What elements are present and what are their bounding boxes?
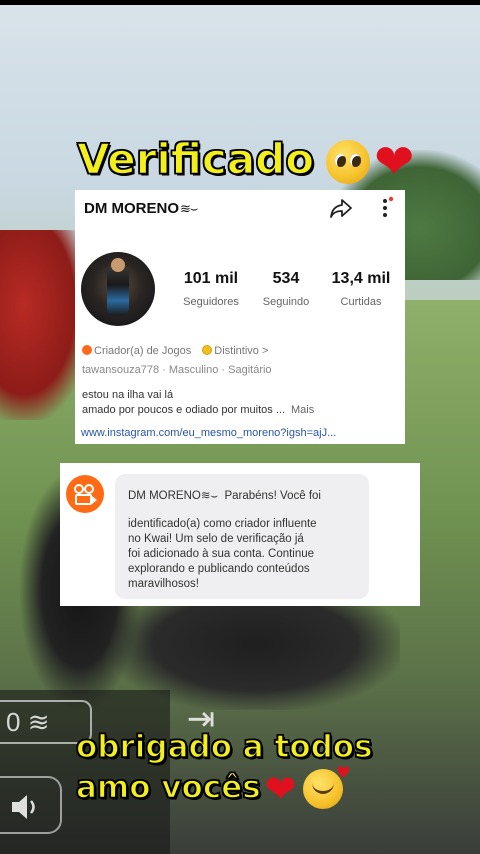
message-line-6: maravilhosos! (128, 578, 199, 590)
stat-followers-value: 101 mil (183, 270, 239, 287)
message-line-5: explorando e publicando conteúdos (128, 563, 310, 575)
stat-likes-value: 13,4 mil (331, 270, 391, 287)
profile-name-text: DM MORENO (84, 200, 179, 217)
avatar-head (111, 258, 125, 272)
profile-bio-line2: amado por poucos e odiado por muitos ...… (82, 404, 314, 416)
bio-more-link[interactable]: Mais (291, 404, 314, 416)
message-sender: DM MORENO (128, 490, 201, 502)
stat-followers-label: Seguidores (183, 296, 239, 308)
stat-likes[interactable]: 13,4 mil Curtidas (329, 270, 393, 308)
avatar[interactable] (81, 252, 155, 326)
more-vertical-icon[interactable] (375, 196, 395, 220)
tag-creator[interactable]: Criador(a) de Jogos (94, 345, 191, 357)
stat-following[interactable]: 534 Seguindo (259, 270, 313, 308)
share-icon[interactable] (328, 195, 354, 221)
profile-name-mark: ≋⌣ (180, 201, 198, 216)
kwai-logo-lens (92, 496, 97, 504)
top-bar (0, 0, 480, 5)
profile-link[interactable]: www.instagram.com/eu_mesmo_moreno?igsh=a… (81, 427, 336, 439)
profile-sub-info: tawansouza778 · Masculino · Sagitário (82, 364, 272, 376)
heart-icon: ❤ (264, 767, 297, 811)
chevron-right-icon: > (261, 345, 269, 357)
message-line-1: DM MORENO≋⌣ Parabéns! Você foi (128, 488, 321, 503)
stat-following-value: 534 (272, 270, 300, 287)
hud-control-left-label: 0 (6, 707, 21, 737)
profile-name: DM MORENO≋⌣ (84, 200, 198, 217)
caption-verificado: Verificado ❤ (76, 134, 415, 190)
caption-obrigado: obrigado a todos (75, 728, 373, 766)
kwai-logo-icon (66, 475, 104, 513)
profile-bio-line1: estou na ilha vai lá (82, 389, 174, 401)
message-line-2: identificado(a) como criador influente (128, 518, 317, 530)
message-card: DM MORENO≋⌣ Parabéns! Você foi identific… (60, 463, 420, 606)
kwai-logo-reel-a (74, 484, 84, 494)
profile-tags: Criador(a) de Jogos Distintivo > (82, 345, 268, 357)
caption-amo-voces: amo vocês ❤ (75, 763, 351, 811)
kwai-logo-reel-b (84, 484, 94, 494)
message-line-1-text: Parabéns! Você foi (224, 490, 321, 502)
sound-icon[interactable] (0, 776, 62, 834)
stat-likes-label: Curtidas (340, 296, 382, 308)
message-line-3: no Kwai! Um selo de verificação já (128, 533, 304, 545)
stat-following-label: Seguindo (262, 296, 310, 308)
distintivo-badge-icon (202, 345, 213, 355)
kwai-logo-body (75, 494, 92, 505)
caption-verificado-text: Verificado (76, 134, 315, 185)
stat-followers[interactable]: 101 mil Seguidores (179, 270, 243, 308)
message-bubble[interactable]: DM MORENO≋⌣ Parabéns! Você foi identific… (115, 474, 369, 599)
message-line-4: foi adicionado à sua conta. Continue (128, 548, 315, 560)
profile-card: DM MORENO≋⌣ 101 mil Seguidores 534 Segui… (75, 190, 405, 444)
caption-amo-voces-text: amo vocês (75, 769, 261, 807)
pleading-face-icon (326, 140, 371, 184)
smiling-face-with-hearts-icon (302, 763, 351, 809)
profile-bio-text: amado por poucos e odiado por muitos ... (82, 404, 286, 416)
tag-distintivo[interactable]: Distintivo (214, 345, 259, 357)
message-sender-mark: ≋⌣ (200, 490, 219, 502)
heart-icon: ❤ (374, 134, 415, 190)
creator-badge-icon (82, 345, 92, 355)
